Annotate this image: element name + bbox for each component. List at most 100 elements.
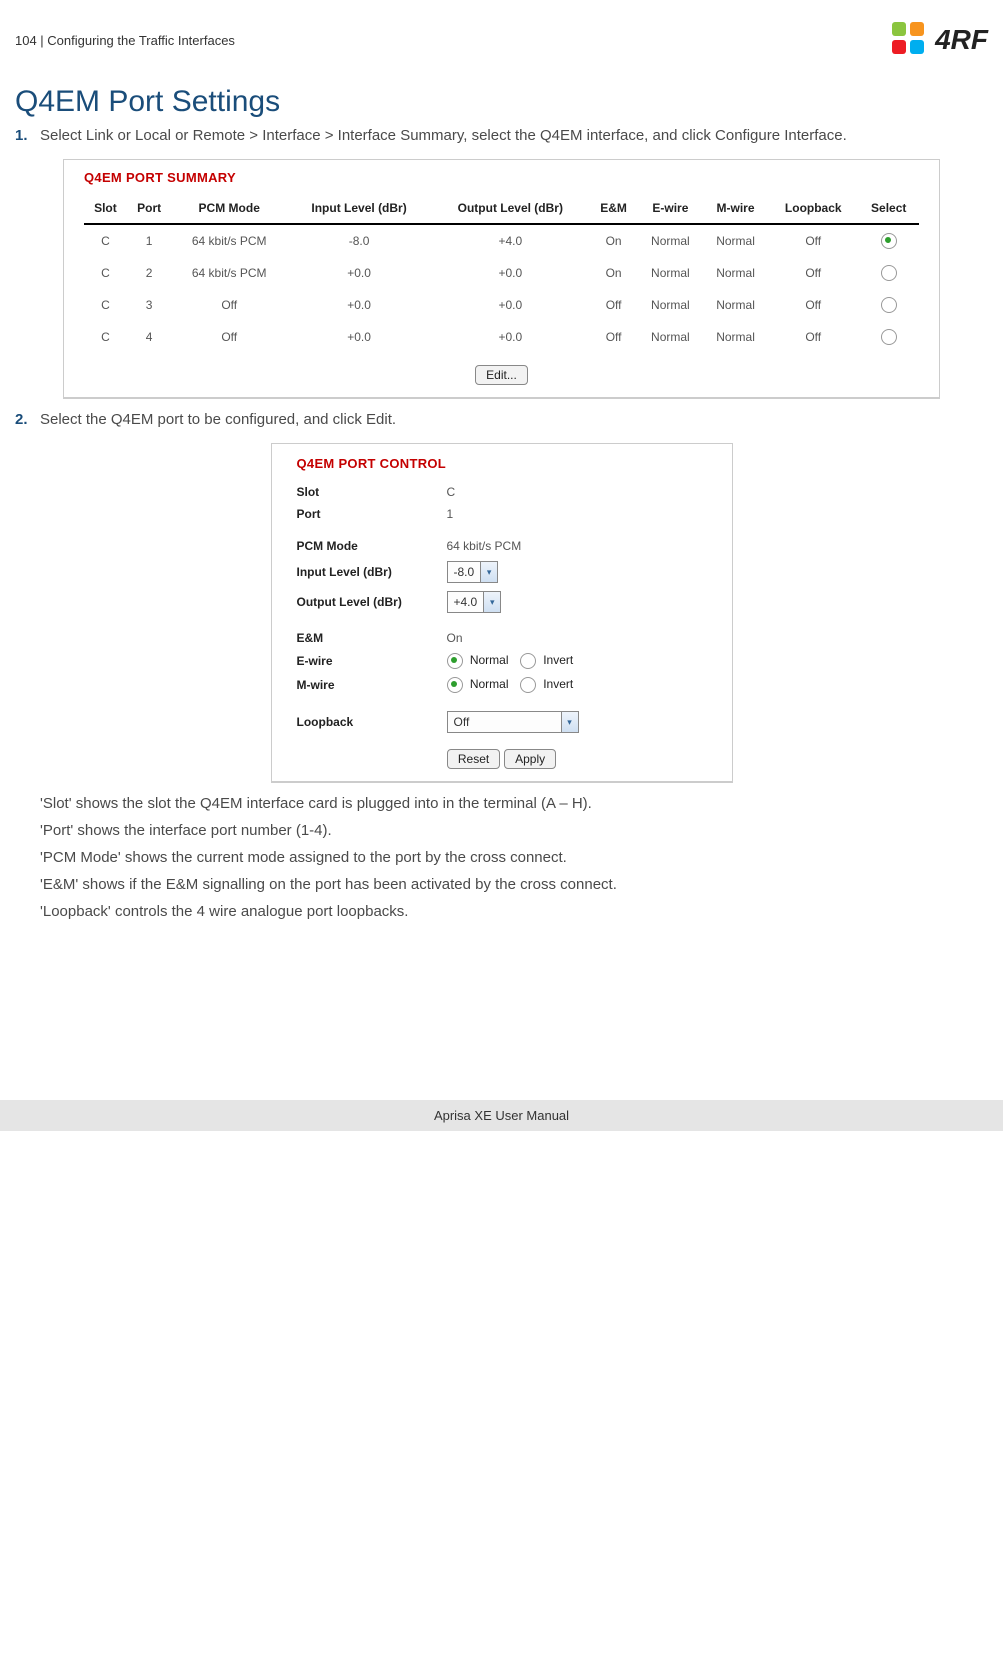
cell-select bbox=[858, 224, 919, 257]
col-slot: Slot bbox=[84, 195, 127, 224]
para-slot: 'Slot' shows the slot the Q4EM interface… bbox=[15, 795, 988, 812]
cell-mw: Normal bbox=[703, 257, 768, 289]
cell-pcm: 64 kbit/s PCM bbox=[171, 224, 286, 257]
lbl-out: Output Level (dBr) bbox=[297, 595, 447, 609]
cell-in: +0.0 bbox=[287, 289, 431, 321]
input-level-select[interactable]: -8.0 ▾ bbox=[447, 561, 499, 583]
cell-out: +0.0 bbox=[431, 257, 589, 289]
cell-port: 2 bbox=[127, 257, 172, 289]
lbl-in: Input Level (dBr) bbox=[297, 565, 447, 579]
cell-slot: C bbox=[84, 321, 127, 353]
brand-text: 4RF bbox=[935, 24, 988, 56]
ewire-normal-label: Normal bbox=[470, 653, 509, 667]
mwire-normal-label: Normal bbox=[470, 677, 509, 691]
cell-mw: Normal bbox=[703, 224, 768, 257]
ewire-normal-radio[interactable] bbox=[447, 653, 463, 669]
cell-lb: Off bbox=[768, 257, 858, 289]
cell-ew: Normal bbox=[638, 321, 703, 353]
col-out: Output Level (dBr) bbox=[431, 195, 589, 224]
cell-em: Off bbox=[589, 321, 637, 353]
cell-out: +0.0 bbox=[431, 289, 589, 321]
cell-in: +0.0 bbox=[287, 321, 431, 353]
cell-mw: Normal bbox=[703, 289, 768, 321]
cell-out: +0.0 bbox=[431, 321, 589, 353]
ewire-invert-radio[interactable] bbox=[520, 653, 536, 669]
table-row: C4Off+0.0+0.0OffNormalNormalOff bbox=[84, 321, 919, 353]
lbl-ew: E-wire bbox=[297, 654, 447, 668]
row-select-radio[interactable] bbox=[881, 297, 897, 313]
lbl-port: Port bbox=[297, 507, 447, 521]
summary-panel: Q4EM PORT SUMMARY Slot Port PCM Mode Inp… bbox=[63, 159, 940, 399]
row-select-radio[interactable] bbox=[881, 233, 897, 249]
cell-in: +0.0 bbox=[287, 257, 431, 289]
row-select-radio[interactable] bbox=[881, 329, 897, 345]
lbl-pcm: PCM Mode bbox=[297, 539, 447, 553]
cell-in: -8.0 bbox=[287, 224, 431, 257]
cell-select bbox=[858, 321, 919, 353]
edit-button[interactable]: Edit... bbox=[475, 365, 528, 385]
cell-lb: Off bbox=[768, 321, 858, 353]
cell-slot: C bbox=[84, 224, 127, 257]
col-em: E&M bbox=[589, 195, 637, 224]
table-row: C164 kbit/s PCM-8.0+4.0OnNormalNormalOff bbox=[84, 224, 919, 257]
page-header: 104 | Configuring the Traffic Interfaces bbox=[15, 33, 235, 48]
cell-em: Off bbox=[589, 289, 637, 321]
para-em: 'E&M' shows if the E&M signalling on the… bbox=[15, 876, 988, 893]
lbl-em: E&M bbox=[297, 631, 447, 645]
cell-select bbox=[858, 257, 919, 289]
reset-button[interactable]: Reset bbox=[447, 749, 500, 769]
cell-em: On bbox=[589, 257, 637, 289]
cell-lb: Off bbox=[768, 289, 858, 321]
para-lb: 'Loopback' controls the 4 wire analogue … bbox=[15, 903, 988, 920]
val-pcm: 64 kbit/s PCM bbox=[447, 539, 707, 553]
page-title: Q4EM Port Settings bbox=[15, 85, 988, 119]
row-select-radio[interactable] bbox=[881, 265, 897, 281]
cell-slot: C bbox=[84, 257, 127, 289]
mwire-invert-radio[interactable] bbox=[520, 677, 536, 693]
apply-button[interactable]: Apply bbox=[504, 749, 556, 769]
col-lb: Loopback bbox=[768, 195, 858, 224]
para-port: 'Port' shows the interface port number (… bbox=[15, 822, 988, 839]
loopback-select[interactable]: Off ▾ bbox=[447, 711, 579, 733]
cell-port: 4 bbox=[127, 321, 172, 353]
output-level-value: +4.0 bbox=[448, 595, 484, 609]
col-mw: M-wire bbox=[703, 195, 768, 224]
cell-pcm: 64 kbit/s PCM bbox=[171, 257, 286, 289]
chevron-down-icon: ▾ bbox=[561, 712, 578, 732]
control-title: Q4EM PORT CONTROL bbox=[297, 456, 707, 471]
control-panel: Q4EM PORT CONTROL Slot C Port 1 PCM Mode… bbox=[271, 443, 733, 783]
cell-ew: Normal bbox=[638, 257, 703, 289]
lbl-lb: Loopback bbox=[297, 715, 447, 729]
loopback-value: Off bbox=[448, 715, 476, 729]
cell-lb: Off bbox=[768, 224, 858, 257]
cell-ew: Normal bbox=[638, 224, 703, 257]
val-em: On bbox=[447, 631, 707, 645]
summary-table: Slot Port PCM Mode Input Level (dBr) Out… bbox=[84, 195, 919, 353]
output-level-select[interactable]: +4.0 ▾ bbox=[447, 591, 502, 613]
step-1: Select Link or Local or Remote > Interfa… bbox=[15, 127, 988, 144]
cell-port: 3 bbox=[127, 289, 172, 321]
mwire-normal-radio[interactable] bbox=[447, 677, 463, 693]
lbl-slot: Slot bbox=[297, 485, 447, 499]
val-port: 1 bbox=[447, 507, 707, 521]
step-2: Select the Q4EM port to be configured, a… bbox=[15, 411, 988, 428]
table-row: C3Off+0.0+0.0OffNormalNormalOff bbox=[84, 289, 919, 321]
cell-slot: C bbox=[84, 289, 127, 321]
val-slot: C bbox=[447, 485, 707, 499]
input-level-value: -8.0 bbox=[448, 565, 481, 579]
col-in: Input Level (dBr) bbox=[287, 195, 431, 224]
chevron-down-icon: ▾ bbox=[480, 562, 497, 582]
ewire-invert-label: Invert bbox=[543, 653, 573, 667]
chevron-down-icon: ▾ bbox=[483, 592, 500, 612]
para-pcm: 'PCM Mode' shows the current mode assign… bbox=[15, 849, 988, 866]
col-sel: Select bbox=[858, 195, 919, 224]
cell-em: On bbox=[589, 224, 637, 257]
summary-title: Q4EM PORT SUMMARY bbox=[84, 170, 919, 185]
cell-out: +4.0 bbox=[431, 224, 589, 257]
cell-mw: Normal bbox=[703, 321, 768, 353]
footer: Aprisa XE User Manual bbox=[0, 1100, 1003, 1131]
brand-logo: 4RF bbox=[890, 20, 988, 60]
col-pcm: PCM Mode bbox=[171, 195, 286, 224]
cell-pcm: Off bbox=[171, 321, 286, 353]
mwire-invert-label: Invert bbox=[543, 677, 573, 691]
